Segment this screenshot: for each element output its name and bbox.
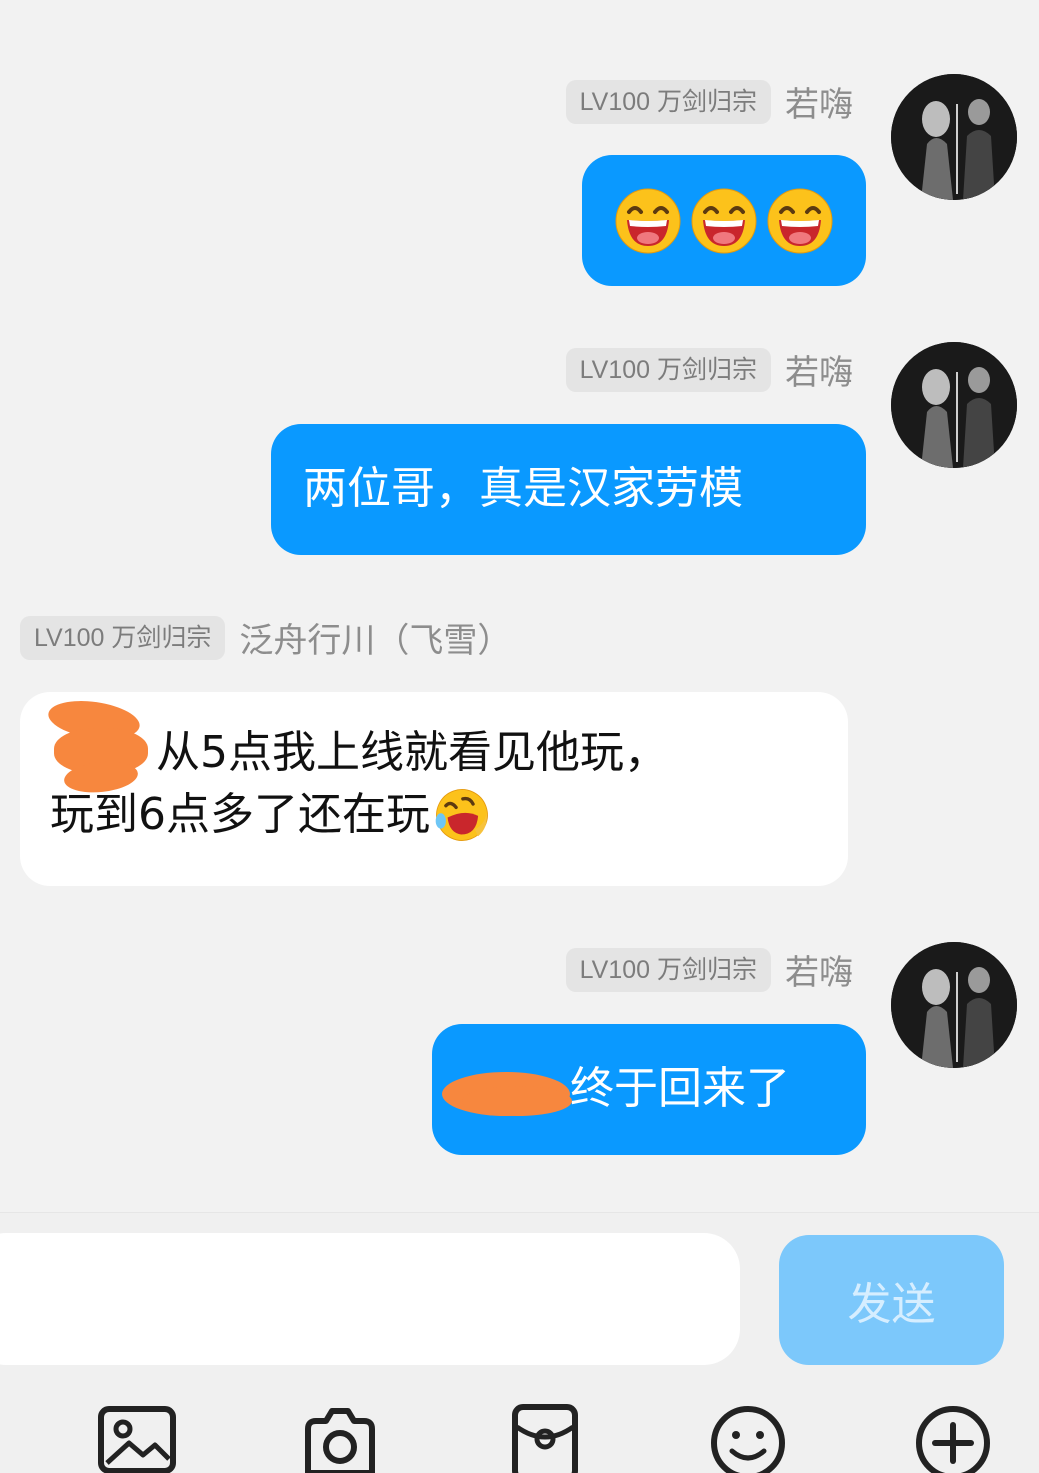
message-bubble[interactable]: 从5点我上线就看见他玩， 玩到6点多了还在玩 [20,692,848,886]
redaction-scribble [462,1086,572,1116]
sender-nickname: 若嗨 [785,85,853,125]
image-icon [98,1406,176,1473]
message-text: 两位哥，真是汉家劳模 [303,463,743,514]
level-badge: LV100 万剑归宗 [565,79,771,124]
level-badge: LV100 万剑归宗 [565,347,771,392]
camera-icon [305,1408,375,1473]
grinning-face-emoji [691,188,757,253]
message-line: 玩到6点多了还在玩 [50,784,848,846]
emoji-button[interactable] [708,1403,788,1473]
sender-nickname: 泛舟行川（飞雪） [239,621,512,661]
message-text: 玩到6点多了还在玩 [50,789,430,840]
send-button[interactable]: 发送 [779,1235,1004,1365]
level-badge: LV100 万剑归宗 [565,947,771,992]
sender-meta: LV100 万剑归宗 若嗨 [565,945,853,994]
sender-nickname: 若嗨 [785,953,853,993]
image-button[interactable] [97,1403,177,1473]
send-button-label: 发送 [847,1279,936,1330]
avatar-photo-icon [891,342,1017,468]
red-packet-icon [512,1404,578,1473]
level-badge: LV100 万剑归宗 [20,615,226,660]
grinning-face-emoji [615,188,681,253]
composer-bar: 发送 [0,1212,1039,1473]
message-bubble[interactable] [582,155,866,286]
user-avatar[interactable] [891,942,1017,1068]
laughing-tears-emoji [435,789,488,841]
sender-meta: LV100 万剑归宗 泛舟行川（飞雪） [20,613,511,662]
sender-nickname: 若嗨 [785,353,853,393]
user-avatar[interactable] [891,74,1017,200]
grinning-face-emoji [767,188,833,253]
avatar-photo-icon [891,74,1017,200]
camera-button[interactable] [300,1403,380,1473]
sender-meta: LV100 万剑归宗 若嗨 [565,345,853,394]
more-button[interactable] [913,1403,993,1473]
chat-area[interactable]: LV100 万剑归宗 若嗨 LV100 万剑归宗 若嗨 两位哥，真是汉家劳模 L… [0,0,1039,1212]
message-line: 从5点我上线就看见他玩， [156,727,668,778]
red-packet-button[interactable] [505,1403,585,1473]
emoji-icon [711,1406,785,1473]
message-bubble[interactable]: 终于回来了 [432,1024,866,1155]
plus-icon [916,1406,990,1473]
message-input[interactable] [0,1233,740,1365]
user-avatar[interactable] [891,342,1017,468]
message-bubble[interactable]: 两位哥，真是汉家劳模 [271,424,866,555]
avatar-photo-icon [891,942,1017,1068]
message-text: 终于回来了 [570,1063,790,1114]
sender-meta: LV100 万剑归宗 若嗨 [565,77,853,126]
